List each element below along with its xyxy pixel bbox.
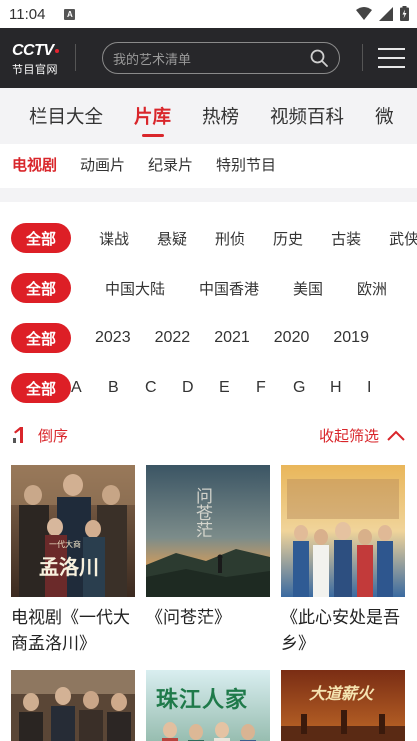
filter-letter-option[interactable]: E xyxy=(219,379,256,397)
program-poster[interactable]: 大道薪火 xyxy=(281,670,405,741)
filter-year-option[interactable]: 2021 xyxy=(214,329,250,347)
cell-signal-icon xyxy=(379,6,393,21)
sub-nav: 电视剧 动画片 纪录片 特别节目 xyxy=(0,144,417,184)
cctv-logo[interactable]: CCTV 节目官网 xyxy=(12,40,68,76)
filter-genre-option[interactable]: 悬疑 xyxy=(157,228,187,249)
program-title[interactable]: 电视剧《一代大商孟洛川》 xyxy=(11,605,135,657)
search-input[interactable]: 我的艺术清单 xyxy=(102,42,340,74)
sub-nav-item-documentary[interactable]: 纪录片 xyxy=(148,154,193,175)
poster-image xyxy=(281,465,405,597)
filter-row-genre: 全部 谍战 悬疑 刑侦 历史 古装 武侠 xyxy=(0,213,417,263)
main-nav-item-video-wiki[interactable]: 视频百科 xyxy=(270,103,344,129)
filter-letter-option[interactable]: B xyxy=(108,379,145,397)
filter-panel: 全部 谍战 悬疑 刑侦 历史 古装 武侠 全部 中国大陆 中国香港 美国 欧洲 … xyxy=(0,202,417,413)
filter-year-option[interactable]: 2022 xyxy=(155,329,191,347)
filter-genre-option[interactable]: 谍战 xyxy=(99,228,129,249)
wifi-icon xyxy=(356,7,372,20)
program-grid: 一代大商 孟洛川 电视剧《一代大商孟洛川》 问苍茫 《问苍茫》 《此心安处是吾乡… xyxy=(0,465,417,741)
sort-descending-icon[interactable] xyxy=(12,426,28,444)
filter-genre-option[interactable]: 历史 xyxy=(273,228,303,249)
filter-letter-option[interactable]: D xyxy=(182,379,219,397)
search-placeholder: 我的艺术清单 xyxy=(113,52,192,68)
filter-genre-all-button[interactable]: 全部 xyxy=(11,223,71,253)
sort-order-toggle[interactable]: 倒序 xyxy=(38,425,68,446)
filter-row-year: 全部 2023 2022 2021 2020 2019 xyxy=(0,313,417,363)
filter-letter-option[interactable]: A xyxy=(71,379,108,397)
filter-region-all-button[interactable]: 全部 xyxy=(11,273,71,303)
sort-bar: 倒序 收起筛选 xyxy=(0,413,417,457)
filter-year-option[interactable]: 2023 xyxy=(95,329,131,347)
filter-letter-option[interactable]: G xyxy=(293,379,330,397)
filter-genre-option[interactable]: 古装 xyxy=(331,228,361,249)
header-divider xyxy=(362,44,363,71)
header-divider xyxy=(75,44,76,71)
poster-kicker: 一代大商 xyxy=(49,540,81,549)
search-icon[interactable] xyxy=(309,48,329,68)
sub-nav-item-animation[interactable]: 动画片 xyxy=(80,154,125,175)
poster-title-text: 问苍茫 xyxy=(192,487,212,538)
filter-letter-option[interactable]: H xyxy=(330,379,367,397)
program-poster[interactable]: 问苍茫 xyxy=(146,465,270,597)
program-card[interactable]: 一代大商 孟洛川 电视剧《一代大商孟洛川》 xyxy=(11,465,135,670)
filter-letter-option[interactable]: F xyxy=(256,379,293,397)
program-title[interactable]: 《问苍茫》 xyxy=(146,605,270,631)
filter-genre-option[interactable]: 刑侦 xyxy=(215,228,245,249)
collapse-filter-button[interactable]: 收起筛选 xyxy=(319,425,405,446)
poster-title-text: 孟洛川 xyxy=(39,555,99,579)
program-poster[interactable]: 珠江人家 xyxy=(146,670,270,741)
main-nav: 栏目大全 片库 热榜 视频百科 微 xyxy=(0,88,417,144)
program-poster[interactable] xyxy=(281,465,405,597)
poster-image xyxy=(11,670,135,741)
chevron-up-icon xyxy=(387,430,405,441)
section-divider xyxy=(0,188,417,202)
sub-nav-item-tv-series[interactable]: 电视剧 xyxy=(12,154,57,175)
main-nav-item-columns[interactable]: 栏目大全 xyxy=(29,103,103,129)
filter-year-option[interactable]: 2020 xyxy=(274,329,310,347)
filter-year-all-button[interactable]: 全部 xyxy=(11,323,71,353)
main-nav-item-hot[interactable]: 热榜 xyxy=(202,103,239,129)
program-title[interactable]: 《此心安处是吾乡》 xyxy=(281,605,405,657)
filter-row-letter: 全部 A B C D E F G H I xyxy=(0,363,417,413)
battery-icon xyxy=(400,6,409,21)
sub-nav-item-special[interactable]: 特别节目 xyxy=(216,154,276,175)
program-card[interactable]: 问苍茫 《问苍茫》 xyxy=(146,465,270,670)
filter-genre-option[interactable]: 武侠 xyxy=(389,228,417,249)
status-bar: 11:04 A xyxy=(0,0,417,28)
filter-year-option[interactable]: 2019 xyxy=(333,329,369,347)
filter-row-region: 全部 中国大陆 中国香港 美国 欧洲 泰国 xyxy=(0,263,417,313)
filter-region-option[interactable]: 美国 xyxy=(293,278,323,299)
status-time: 11:04 xyxy=(9,5,46,23)
filter-letter-option[interactable]: C xyxy=(145,379,182,397)
collapse-filter-label: 收起筛选 xyxy=(318,426,379,445)
program-poster[interactable] xyxy=(11,670,135,741)
main-nav-item-library[interactable]: 片库 xyxy=(134,103,171,137)
poster-title-text: 珠江人家 xyxy=(156,687,249,713)
filter-region-option[interactable]: 欧洲 xyxy=(357,278,387,299)
program-card[interactable]: 《此心安处是吾乡》 xyxy=(281,465,405,670)
app-header: CCTV 节目官网 我的艺术清单 xyxy=(0,28,417,88)
filter-region-option[interactable]: 中国大陆 xyxy=(105,278,165,299)
filter-letter-all-button[interactable]: 全部 xyxy=(11,373,71,403)
menu-icon[interactable] xyxy=(378,46,405,70)
filter-letter-option[interactable]: I xyxy=(367,379,404,397)
program-poster[interactable]: 一代大商 孟洛川 xyxy=(11,465,135,597)
main-nav-item-micro[interactable]: 微 xyxy=(375,103,394,129)
notification-icon: A xyxy=(64,8,76,20)
poster-title-text: 大道薪火 xyxy=(309,684,374,703)
filter-region-option[interactable]: 中国香港 xyxy=(199,278,259,299)
